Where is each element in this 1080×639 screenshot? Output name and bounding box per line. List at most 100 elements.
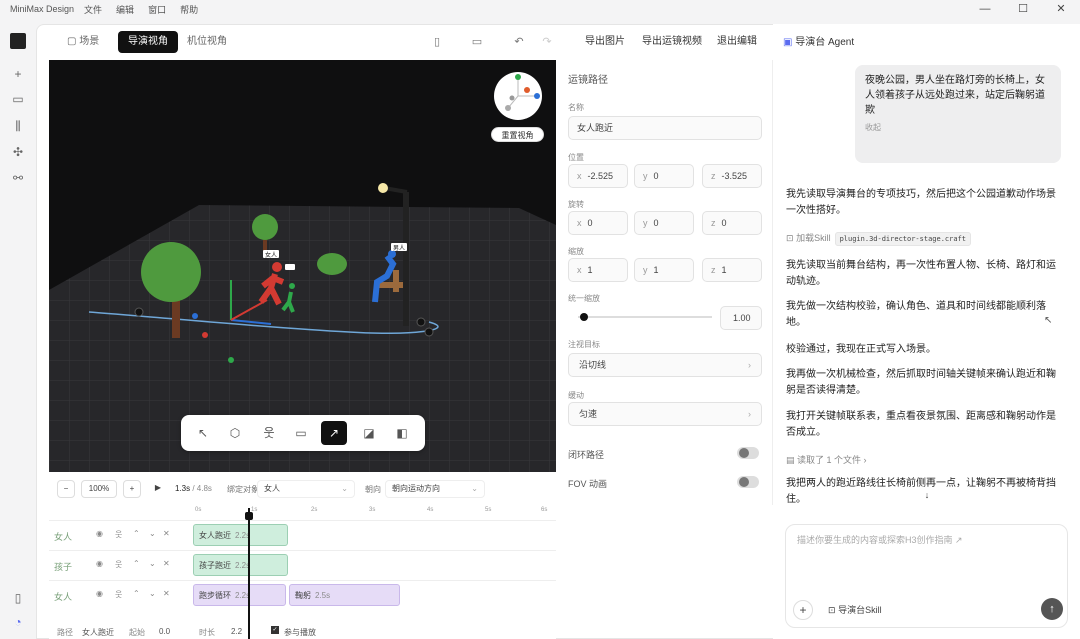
menu-window[interactable]: 窗口 <box>148 3 166 16</box>
undo-icon[interactable]: ↶ <box>511 34 527 50</box>
playhead[interactable] <box>248 508 250 639</box>
3d-viewport[interactable]: 女人 男人 <box>49 60 556 472</box>
up-icon[interactable]: ⌃ <box>133 529 140 538</box>
playhead-handle[interactable] <box>245 512 253 520</box>
delete-icon[interactable]: ✕ <box>163 559 170 568</box>
collapse-button[interactable]: 收起 <box>865 120 1051 135</box>
uniform-scale-slider-handle[interactable] <box>580 313 588 321</box>
nodes-icon[interactable]: ⚯ <box>10 170 26 186</box>
cube-tool-icon[interactable]: ⬡ <box>222 421 248 445</box>
screen-icon[interactable]: ▭ <box>469 34 485 50</box>
rotation-z-field[interactable]: z0 <box>702 211 762 235</box>
path-tool-icon[interactable]: ↗ <box>321 421 347 445</box>
device-icon[interactable]: ▯ <box>10 590 26 606</box>
clip[interactable]: 跑步循环 2.2s <box>193 584 286 606</box>
look-target-select[interactable]: 沿切线 › <box>568 353 762 377</box>
position-label: 位置 <box>568 153 584 162</box>
down-icon[interactable]: ⌄ <box>149 559 156 568</box>
export-image-button[interactable]: 导出图片 <box>585 31 625 53</box>
up-icon[interactable]: ⌃ <box>133 559 140 568</box>
tree-canopy <box>141 242 201 302</box>
clip[interactable]: 女人跑近 2.2s <box>193 524 288 546</box>
uniform-scale-slider-track[interactable] <box>578 316 712 318</box>
down-icon[interactable]: ⌄ <box>149 529 156 538</box>
send-button[interactable]: ↑ <box>1041 598 1063 620</box>
zoom-level[interactable]: 100% <box>81 480 117 498</box>
bind-object-select[interactable]: 女人 ⌄ <box>257 480 355 498</box>
facing-select[interactable]: 朝向运动方向 ⌄ <box>385 480 485 498</box>
exit-edit-button[interactable]: 退出编辑 <box>717 31 757 53</box>
scroll-down-icon[interactable]: ↓ <box>920 490 934 504</box>
delete-icon[interactable]: ✕ <box>163 589 170 598</box>
chat-input-placeholder[interactable]: 描述你要生成的内容或探索H3创作指南 ↗ <box>797 533 963 546</box>
zoom-out-button[interactable]: − <box>57 480 75 498</box>
eye-icon[interactable]: ◉ <box>96 529 103 538</box>
easing-select[interactable]: 匀速 › <box>568 402 762 426</box>
footer-start-field[interactable]: 0.0 <box>159 627 170 636</box>
read-files-row[interactable]: ▤ 读取了 1 个文件 › <box>786 453 867 466</box>
panel-tool-icon[interactable]: ◧ <box>389 421 415 445</box>
scale-z-field[interactable]: z1 <box>702 258 762 282</box>
phone-icon[interactable]: ▯ <box>429 34 445 50</box>
clip[interactable]: 孩子跑近 2.2s <box>193 554 288 576</box>
library-icon[interactable]: ⫼ <box>10 118 26 134</box>
eye-icon[interactable]: ◉ <box>96 589 103 598</box>
avatar[interactable] <box>10 33 26 49</box>
redo-icon[interactable]: ↷ <box>539 34 555 50</box>
play-include-checkbox[interactable]: ✓ <box>271 626 279 634</box>
menu-file[interactable]: 文件 <box>84 3 102 16</box>
tab-director-view[interactable]: 导演视角 <box>118 31 178 53</box>
down-icon[interactable]: ⌄ <box>149 589 156 598</box>
position-x-field[interactable]: x -2.525 <box>568 164 628 188</box>
minimize-icon[interactable]: — <box>966 0 1004 18</box>
add-attachment-button[interactable]: + <box>793 600 813 620</box>
menu-edit[interactable]: 编辑 <box>116 3 134 16</box>
delete-icon[interactable]: ✕ <box>163 529 170 538</box>
scale-y-field[interactable]: y1 <box>634 258 694 282</box>
window-controls: — ☐ ✕ <box>966 0 1080 18</box>
export-camera-video-button[interactable]: 导出运镜视频 <box>642 31 702 53</box>
director-skill-button[interactable]: ⊡ 导演台Skill <box>828 603 882 616</box>
close-icon[interactable]: ✕ <box>1042 0 1080 18</box>
orientation-gizmo[interactable] <box>494 72 542 120</box>
maximize-icon[interactable]: ☐ <box>1004 0 1042 18</box>
path-point[interactable] <box>424 327 434 337</box>
folder-icon[interactable]: ▭ <box>10 91 26 107</box>
camera-tool-icon[interactable]: ▭ <box>288 421 314 445</box>
chat-title: 导演台 Agent <box>795 37 855 48</box>
fov-animation-toggle[interactable] <box>737 476 759 488</box>
scale-x-field[interactable]: x1 <box>568 258 628 282</box>
select-tool-icon[interactable]: ↖ <box>190 421 216 445</box>
closed-path-toggle[interactable] <box>737 447 759 459</box>
brand-icon[interactable]: ◔ <box>10 614 26 630</box>
position-z-field[interactable]: z -3.525 <box>702 164 762 188</box>
tab-camera-view[interactable]: 机位视角 <box>177 31 237 53</box>
lamp-light <box>378 183 388 193</box>
eye-icon[interactable]: ◉ <box>96 559 103 568</box>
footer-path-value[interactable]: 女人跑近 <box>82 627 114 638</box>
zoom-in-button[interactable]: + <box>123 480 141 498</box>
path-point[interactable] <box>134 307 144 317</box>
rotation-y-field[interactable]: y0 <box>634 211 694 235</box>
path-point[interactable] <box>416 317 426 327</box>
puzzle-icon[interactable]: ✣ <box>10 144 26 160</box>
figure-icon[interactable]: 웃 <box>115 589 122 600</box>
figure-icon[interactable]: 웃 <box>115 529 122 540</box>
reset-view-button[interactable]: 重置视角 <box>491 127 544 142</box>
clip[interactable]: 鞠躬 2.5s <box>289 584 400 606</box>
position-y-field[interactable]: y0 <box>634 164 694 188</box>
plus-icon[interactable]: + <box>10 66 26 82</box>
footer-duration-field[interactable]: 2.2 <box>231 627 242 636</box>
name-field[interactable]: 女人跑近 <box>568 116 762 140</box>
rotation-x-field[interactable]: x0 <box>568 211 628 235</box>
tab-scene[interactable]: ▢ 场景 <box>57 31 109 53</box>
title-bar: MiniMax Design 文件 编辑 窗口 帮助 <box>0 0 1080 18</box>
uniform-scale-field[interactable]: 1.00 <box>720 306 762 330</box>
play-button[interactable]: ▶ <box>149 480 167 498</box>
up-icon[interactable]: ⌃ <box>133 589 140 598</box>
figure-icon[interactable]: 웃 <box>115 559 122 570</box>
menu-help[interactable]: 帮助 <box>180 3 198 16</box>
frame-tool-icon[interactable]: ◪ <box>356 421 382 445</box>
tree-canopy-small <box>252 214 278 240</box>
figure-tool-icon[interactable]: 웃 <box>256 421 282 445</box>
